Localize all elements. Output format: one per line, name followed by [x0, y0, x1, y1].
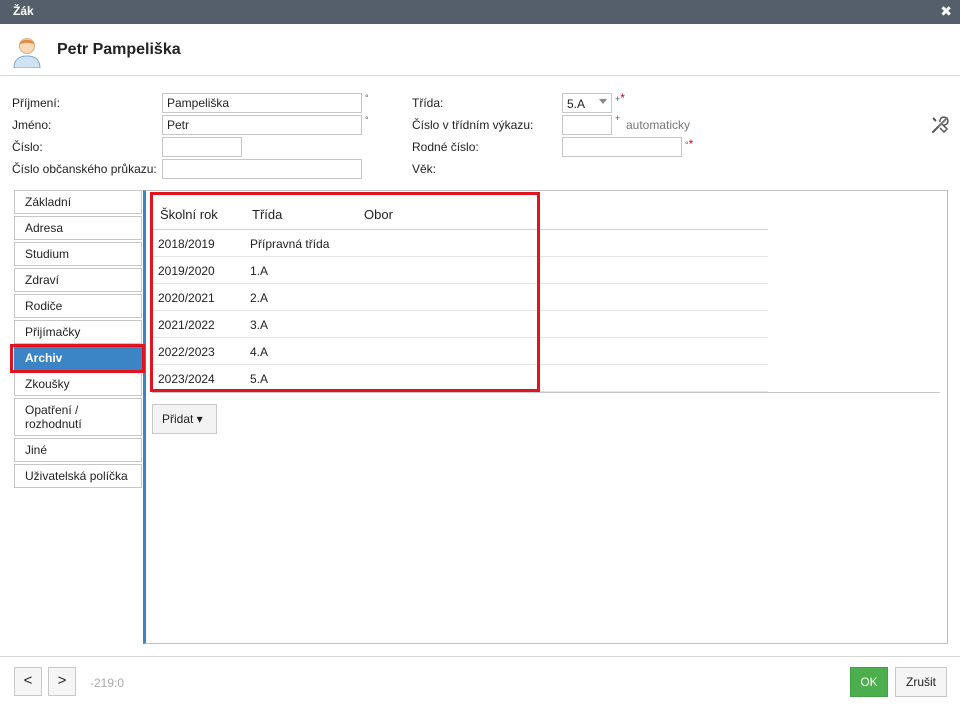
table-row[interactable]: 2021/2022 3.A: [152, 311, 768, 338]
user-avatar-icon: [13, 38, 41, 68]
next-record-button[interactable]: >: [48, 667, 76, 696]
cell-class: 4.A: [250, 345, 269, 359]
cell-year: 2018/2019: [158, 237, 215, 251]
column-header-trida[interactable]: Třída: [252, 207, 282, 222]
cell-year: 2021/2022: [158, 318, 215, 332]
sidebar-item-zakladni[interactable]: Základní: [14, 190, 142, 214]
jmeno-label: Jméno:: [12, 118, 52, 132]
sidebar-item-studium[interactable]: Studium: [14, 242, 142, 266]
cell-class: 3.A: [250, 318, 269, 332]
sidebar-item-uzivatelska-policka[interactable]: Uživatelská políčka: [14, 464, 142, 488]
cislo-vykaz-input[interactable]: [562, 115, 612, 135]
add-button[interactable]: Přidat ▾: [152, 404, 217, 434]
cell-class: 2.A: [250, 291, 269, 305]
cell-class: Přípravná třída: [250, 237, 330, 251]
table-row[interactable]: 2018/2019 Přípravná třída: [152, 230, 768, 257]
sidebar-item-rodice[interactable]: Rodiče: [14, 294, 142, 318]
sidebar-item-zkousky[interactable]: Zkoušky: [14, 372, 142, 396]
jmeno-input[interactable]: [162, 115, 362, 135]
sidebar-item-jine[interactable]: Jiné: [14, 438, 142, 462]
student-name: Petr Pampeliška: [57, 41, 181, 58]
obcansky-input[interactable]: [162, 159, 362, 179]
table-bottom-divider: [152, 392, 940, 393]
chevron-down-icon: [599, 99, 607, 104]
cell-year: 2019/2020: [158, 264, 215, 278]
prev-record-button[interactable]: <: [14, 667, 42, 696]
cell-year: 2023/2024: [158, 372, 215, 386]
cislo-vykaz-label: Číslo v třídním výkazu:: [412, 118, 534, 132]
cell-year: 2020/2021: [158, 291, 215, 305]
rodne-input[interactable]: [562, 137, 682, 157]
cell-year: 2022/2023: [158, 345, 215, 359]
sidebar-item-archiv[interactable]: Archiv: [14, 346, 142, 370]
cislo-input[interactable]: [162, 137, 242, 157]
prijmeni-label: Příjmení:: [12, 96, 61, 110]
footer-divider: [0, 656, 960, 657]
sidebar-item-opatreni[interactable]: Opatření / rozhodnutí: [14, 398, 142, 436]
column-header-obor[interactable]: Obor: [364, 207, 393, 222]
cell-class: 5.A: [250, 372, 269, 386]
trida-select-value: 5.A: [567, 97, 586, 111]
sidebar-item-prijimacky[interactable]: Přijímačky: [14, 320, 142, 344]
obcansky-label: Číslo občanského průkazu:: [12, 162, 157, 176]
cell-class: 1.A: [250, 264, 269, 278]
window-title: Žák: [13, 4, 34, 18]
student-header: Petr Pampeliška: [0, 24, 960, 76]
vek-label: Věk:: [412, 162, 437, 176]
table-row[interactable]: 2023/2024 5.A: [152, 365, 768, 392]
rodne-label: Rodné číslo:: [412, 140, 479, 154]
cancel-button[interactable]: Zrušit: [895, 667, 947, 697]
trida-mark: +*: [615, 91, 625, 105]
trida-select[interactable]: 5.A: [562, 93, 612, 113]
sidebar-item-zdravi[interactable]: Zdraví: [14, 268, 142, 292]
record-indicator: -219:0: [90, 676, 125, 690]
automaticky-note: automaticky: [626, 118, 691, 132]
column-header-skolni-rok[interactable]: Školní rok: [160, 207, 218, 222]
tools-icon[interactable]: [931, 116, 949, 134]
prijmeni-mark: °: [365, 93, 369, 103]
rodne-mark: °*: [685, 137, 694, 151]
prijmeni-input[interactable]: [162, 93, 362, 113]
table-row[interactable]: 2022/2023 4.A: [152, 338, 768, 365]
sidebar-item-adresa[interactable]: Adresa: [14, 216, 142, 240]
window-titlebar: Žák ✖: [0, 0, 960, 24]
cislo-vykaz-mark: +: [615, 113, 621, 123]
cislo-label: Číslo:: [12, 140, 43, 154]
ok-button[interactable]: OK: [850, 667, 888, 697]
trida-label: Třída:: [412, 96, 444, 110]
table-row[interactable]: 2019/2020 1.A: [152, 257, 768, 284]
close-icon[interactable]: ✖: [940, 3, 952, 20]
table-row[interactable]: 2020/2021 2.A: [152, 284, 768, 311]
jmeno-mark: °: [365, 115, 369, 125]
